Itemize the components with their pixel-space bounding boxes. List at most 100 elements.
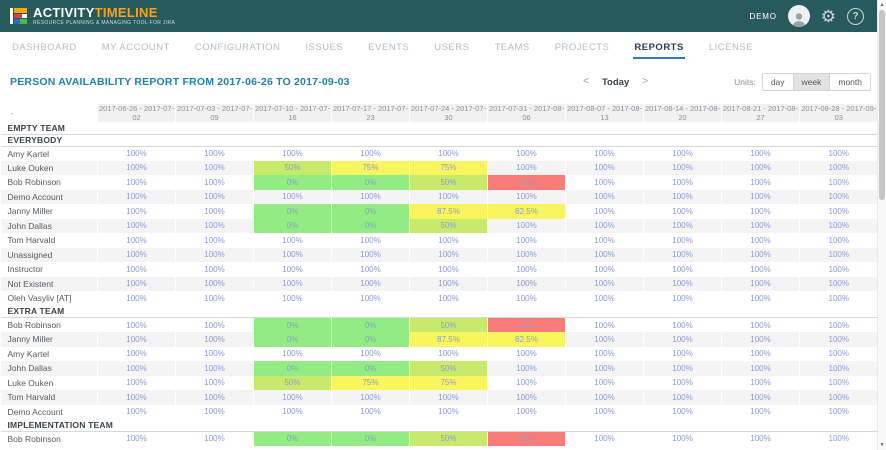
availability-cell: 100% — [176, 161, 254, 176]
chevron-right-icon[interactable]: > — [642, 77, 648, 87]
nav-item-license[interactable]: LICENSE — [708, 36, 754, 59]
availability-cell: 0% — [332, 219, 410, 234]
page-title: PERSON AVAILABILITY REPORT FROM 2017-06-… — [10, 76, 350, 88]
availability-cell: 100% — [800, 291, 878, 306]
member-name-cell: Not Existent — [1, 277, 98, 292]
availability-cell: 100% — [176, 248, 254, 263]
availability-cell: 100% — [722, 204, 800, 219]
availability-cell: 87.5% — [410, 204, 488, 219]
availability-cell: 100% — [566, 146, 644, 161]
person-icon — [791, 11, 807, 27]
member-row: John Dallas100%100%0%0%50%100%100%100%10… — [1, 219, 878, 234]
date-column-header: 2017-07-17 - 2017-07-23 — [332, 104, 410, 122]
unit-button-week[interactable]: week — [793, 73, 831, 91]
availability-cell: 100% — [722, 248, 800, 263]
availability-cell: 0% — [332, 318, 410, 333]
scrollbar-thumb[interactable] — [879, 10, 885, 200]
app-logo[interactable]: ACTIVITYTIMELINE RESOURCE PLANNING & MAN… — [10, 6, 175, 26]
member-row: John Dallas100%100%0%0%50%100%100%100%10… — [1, 361, 878, 376]
today-button[interactable]: Today — [602, 77, 629, 88]
availability-cell: 100% — [566, 361, 644, 376]
availability-cell: 100% — [566, 161, 644, 176]
availability-cell: 0% — [332, 204, 410, 219]
team-section-row: EVERYBODY — [1, 134, 878, 146]
availability-cell: 100% — [254, 347, 332, 362]
member-row: Bob Robinson100%100%0%0%50%-25%100%100%1… — [1, 431, 878, 446]
availability-cell: 100% — [644, 405, 722, 420]
availability-cell: 100% — [98, 376, 176, 391]
availability-cell: 100% — [566, 277, 644, 292]
availability-cell: -25% — [488, 175, 566, 190]
availability-cell: 100% — [722, 175, 800, 190]
availability-cell: 100% — [410, 347, 488, 362]
availability-cell: 100% — [332, 390, 410, 405]
availability-cell: 100% — [176, 332, 254, 347]
availability-cell: 100% — [254, 277, 332, 292]
availability-cell: 100% — [176, 190, 254, 205]
availability-cell: 100% — [410, 233, 488, 248]
scroll-down-arrow-icon[interactable]: ▼ — [878, 442, 886, 448]
availability-cell: 100% — [644, 361, 722, 376]
nav-item-reports[interactable]: REPORTS — [633, 36, 684, 59]
member-name-cell: Unassigned — [1, 248, 98, 263]
nav-item-configuration[interactable]: CONFIGURATION — [194, 36, 282, 59]
availability-cell: 100% — [800, 405, 878, 420]
availability-cell: 100% — [800, 262, 878, 277]
team-section-header: IMPLEMENTATION TEAM — [1, 419, 878, 431]
chevron-left-icon[interactable]: < — [583, 77, 589, 87]
nav-item-my-account[interactable]: MY ACCOUNT — [101, 36, 171, 59]
navbar: DASHBOARD MY ACCOUNT CONFIGURATION ISSUES EV… — [0, 32, 886, 62]
availability-cell: 100% — [488, 190, 566, 205]
availability-cell: 100% — [332, 347, 410, 362]
team-section-header: EMPTY TEAM — [1, 122, 878, 134]
availability-cell: 100% — [800, 361, 878, 376]
availability-cell: 100% — [254, 146, 332, 161]
date-column-header: 2017-07-24 - 2017-07-30 — [410, 104, 488, 122]
date-column-header: 2017-08-14 - 2017-08-20 — [644, 104, 722, 122]
availability-cell: 0% — [254, 361, 332, 376]
scroll-up-arrow-icon[interactable]: ▲ — [878, 2, 886, 8]
availability-cell: 100% — [644, 262, 722, 277]
activity-timeline-logo-icon — [10, 8, 27, 24]
availability-cell: 100% — [644, 332, 722, 347]
availability-cell: 100% — [722, 291, 800, 306]
vertical-scrollbar[interactable]: ▲ ▼ — [877, 0, 886, 450]
help-icon[interactable]: ? — [847, 8, 864, 25]
availability-cell: 100% — [644, 291, 722, 306]
user-avatar[interactable] — [788, 5, 810, 27]
availability-cell: 100% — [98, 405, 176, 420]
availability-cell: 100% — [410, 262, 488, 277]
availability-cell: 100% — [644, 146, 722, 161]
availability-cell: 100% — [488, 291, 566, 306]
nav-item-issues[interactable]: ISSUES — [304, 36, 344, 59]
availability-cell: 100% — [722, 431, 800, 446]
availability-cell: 100% — [176, 291, 254, 306]
availability-cell: 100% — [800, 277, 878, 292]
availability-cell: 100% — [488, 390, 566, 405]
user-name-label: DEMO — [750, 12, 777, 21]
availability-cell: 100% — [644, 431, 722, 446]
nav-item-teams[interactable]: TEAMS — [493, 36, 530, 59]
unit-button-day[interactable]: day — [762, 73, 794, 91]
member-row: Janny Miller100%100%0%0%87.5%62.5%100%10… — [1, 204, 878, 219]
availability-cell: 100% — [254, 405, 332, 420]
member-name-cell: Demo Account — [1, 190, 98, 205]
date-pager: < Today > — [583, 77, 648, 88]
availability-cell: 100% — [176, 233, 254, 248]
nav-item-dashboard[interactable]: DASHBOARD — [11, 36, 78, 59]
unit-button-month[interactable]: month — [829, 73, 871, 91]
availability-cell: 87.5% — [410, 332, 488, 347]
nav-item-projects[interactable]: PROJECTS — [554, 36, 611, 59]
nav-item-users[interactable]: USERS — [433, 36, 470, 59]
nav-item-events[interactable]: EVENTS — [367, 36, 410, 59]
availability-cell: 50% — [254, 161, 332, 176]
settings-gear-icon[interactable]: ⚙ — [821, 8, 836, 25]
member-row: Tom Harvald100%100%100%100%100%100%100%1… — [1, 233, 878, 248]
availability-cell: 100% — [566, 175, 644, 190]
availability-cell: 100% — [800, 390, 878, 405]
availability-cell: 100% — [800, 347, 878, 362]
availability-cell: 100% — [722, 390, 800, 405]
availability-cell: 100% — [800, 204, 878, 219]
report-header-row: PERSON AVAILABILITY REPORT FROM 2017-06-… — [0, 62, 886, 102]
availability-cell: 75% — [332, 161, 410, 176]
